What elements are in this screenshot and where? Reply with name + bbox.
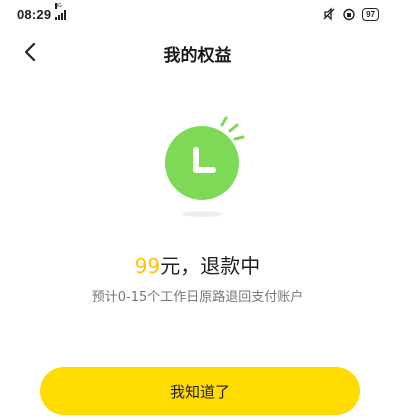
network-type: 4G xyxy=(55,3,62,9)
page-title: 我的权益 xyxy=(163,46,232,66)
clock-icon xyxy=(165,116,245,217)
confirm-button[interactable]: 我知道了 xyxy=(40,367,360,415)
clock-illustration xyxy=(150,110,260,225)
refund-note: 预计0-15个工作日原路退回支付账户 xyxy=(91,290,304,305)
refund-status: 99元，退款中 xyxy=(0,250,395,279)
battery-indicator: 97 xyxy=(362,7,379,21)
status-time: 08:29 xyxy=(17,6,52,22)
refund-amount: 99 xyxy=(134,254,161,278)
refund-status-text: 元，退款中 xyxy=(160,254,261,278)
header: 我的权益 xyxy=(0,32,395,72)
status-bar: 08:29 4G 97 xyxy=(0,0,395,28)
signal-icon: 4G xyxy=(55,3,67,20)
alarm-icon xyxy=(343,8,355,21)
status-left: 08:29 4G xyxy=(17,3,67,22)
mute-icon xyxy=(323,7,335,21)
status-right: 97 xyxy=(322,7,379,21)
